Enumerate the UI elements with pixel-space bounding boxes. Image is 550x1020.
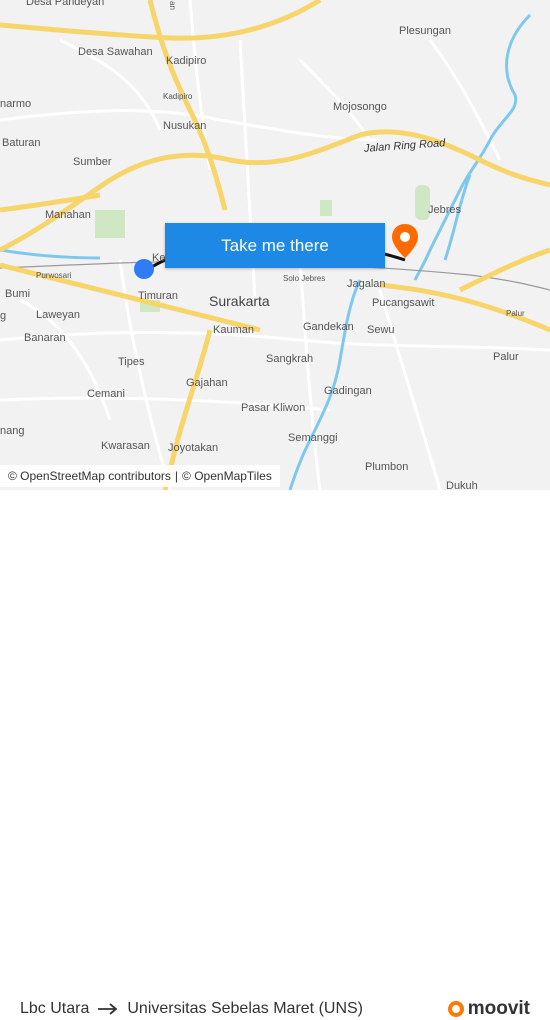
origin-dot-icon[interactable] — [134, 259, 154, 279]
place-label: Jebres — [428, 204, 462, 216]
place-label: Banaran — [24, 332, 66, 344]
place-label: Tipes — [118, 356, 145, 368]
edge-label: g — [0, 310, 7, 322]
place-label: Baturan — [2, 137, 41, 149]
place-label: Manahan — [45, 209, 91, 221]
place-label: Gadingan — [324, 385, 372, 397]
edge-label: Ke — [152, 252, 166, 264]
place-label: Cemani — [87, 388, 125, 400]
edge-label: nang — [0, 425, 25, 437]
destination-pin-icon[interactable] — [391, 223, 419, 259]
edge-label: narmo — [0, 98, 32, 110]
place-label: Mojosongo — [333, 101, 387, 113]
place-label: Kwarasan — [101, 440, 150, 452]
route-footer: Lbc Utara Universitas Sebelas Maret (UNS… — [0, 490, 550, 1019]
place-label: Palur — [493, 351, 519, 363]
arrow-right-icon — [98, 1003, 118, 1015]
origin-label: Lbc Utara — [20, 1000, 90, 1017]
place-label: Laweyan — [36, 309, 81, 321]
place-label: Sangkrah — [266, 353, 314, 365]
place-label: Kadipiro — [163, 92, 193, 101]
place-label: Desa Pandeyan — [26, 0, 105, 8]
place-label: Dukuh — [446, 480, 478, 490]
osm-attribution-link[interactable]: © OpenStreetMap contributors — [8, 469, 171, 483]
place-label: Semanggi — [288, 432, 338, 444]
place-label: Sewu — [367, 324, 395, 336]
edge-label: an — [167, 1, 177, 10]
place-label: Plumbon — [365, 461, 409, 473]
openmaptiles-attribution-link[interactable]: © OpenMapTiles — [182, 469, 272, 483]
map-view[interactable]: Desa Pandeyan Desa Sawahan Kadipiro Kadi… — [0, 0, 550, 490]
place-label: Gajahan — [186, 377, 228, 389]
place-label: Bumi — [5, 288, 31, 300]
place-label: Nusukan — [163, 120, 207, 132]
place-label: Kauman — [213, 324, 254, 336]
route-summary: Lbc Utara Universitas Sebelas Maret (UNS… — [20, 1000, 363, 1018]
place-label: Palur — [506, 309, 525, 318]
park-area — [320, 200, 332, 216]
map-attribution: © OpenStreetMap contributors | © OpenMap… — [0, 465, 280, 487]
place-label: Jagalan — [347, 278, 386, 290]
place-label: Purwosari — [36, 271, 72, 280]
moovit-logo-icon — [447, 1001, 464, 1017]
place-label: Joyotakan — [168, 442, 219, 454]
place-label: Kadipiro — [166, 55, 207, 67]
park-area — [95, 210, 125, 238]
attribution-separator: | — [174, 469, 179, 483]
destination-label: Universitas Sebelas Maret (UNS) — [127, 1000, 363, 1017]
take-me-there-button[interactable]: Take me there — [165, 223, 385, 268]
place-label: Solo Jebres — [283, 274, 326, 283]
place-label: Pasar Kliwon — [241, 402, 306, 414]
place-label: Timuran — [138, 290, 178, 302]
moovit-logo[interactable]: moovit — [447, 998, 530, 1020]
brand-name: moovit — [467, 998, 530, 1019]
place-label: Gandekan — [303, 321, 354, 333]
place-label: Desa Sawahan — [78, 46, 153, 58]
place-label: Sumber — [73, 156, 112, 168]
place-label: Pucangsawit — [372, 297, 435, 309]
place-label: Plesungan — [399, 25, 451, 37]
place-label: Surakarta — [209, 293, 270, 309]
